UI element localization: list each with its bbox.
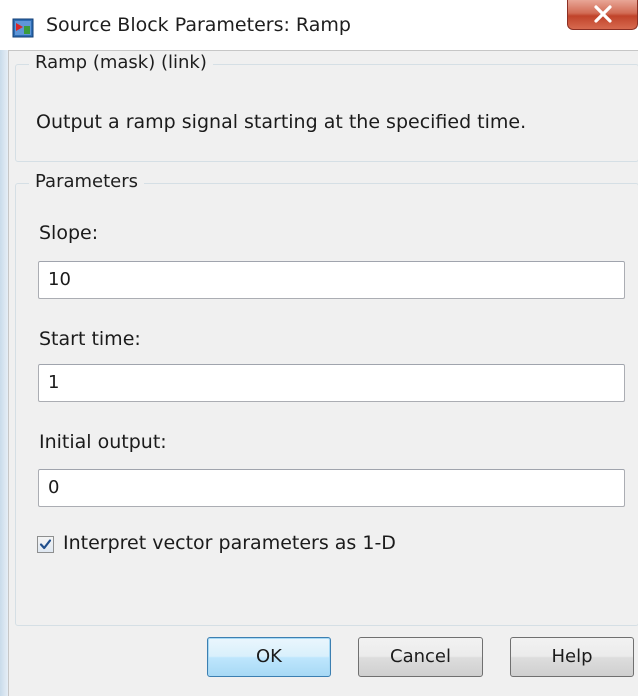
title-bar[interactable]: Source Block Parameters: Ramp <box>0 0 638 50</box>
parameters-group <box>15 183 638 626</box>
start-time-label: Start time: <box>39 328 141 350</box>
description-group-legend: Ramp (mask) (link) <box>29 52 213 73</box>
cancel-button[interactable]: Cancel <box>358 637 483 677</box>
start-time-input[interactable]: 1 <box>38 364 625 402</box>
interpret-vector-checkbox[interactable] <box>37 536 54 553</box>
simulink-block-icon <box>12 17 34 39</box>
slope-input[interactable]: 10 <box>38 261 625 299</box>
initial-output-input[interactable]: 0 <box>38 469 625 507</box>
close-icon <box>594 5 612 23</box>
initial-output-label: Initial output: <box>39 431 167 453</box>
ok-button[interactable]: OK <box>207 637 331 677</box>
help-button[interactable]: Help <box>510 637 634 677</box>
interpret-vector-label[interactable]: Interpret vector parameters as 1-D <box>63 532 396 554</box>
slope-label: Slope: <box>39 222 99 244</box>
block-description: Output a ramp signal starting at the spe… <box>36 111 527 133</box>
window-title: Source Block Parameters: Ramp <box>46 14 351 36</box>
dialog-window: Source Block Parameters: Ramp Ramp (mask… <box>0 0 638 696</box>
close-button[interactable] <box>567 0 638 30</box>
checkmark-icon <box>39 539 52 550</box>
dialog-client-area: Ramp (mask) (link) Output a ramp signal … <box>8 50 638 696</box>
window-frame-edge <box>0 50 8 696</box>
parameters-group-legend: Parameters <box>29 171 145 192</box>
